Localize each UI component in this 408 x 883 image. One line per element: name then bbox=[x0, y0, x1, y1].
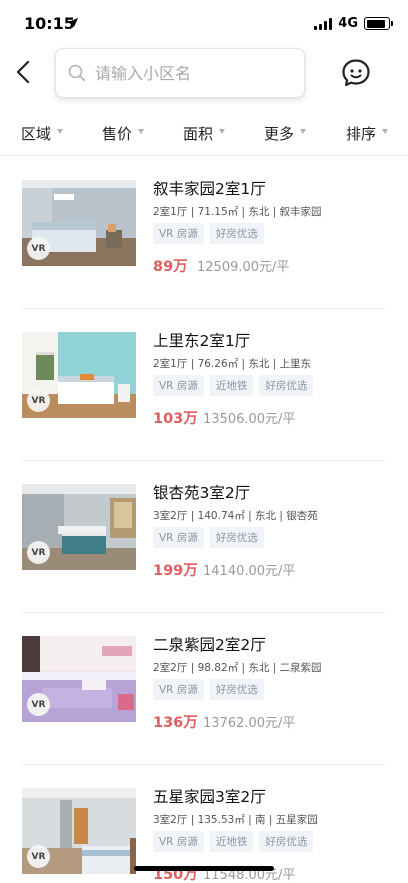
tag: VR 房源 bbox=[153, 527, 204, 548]
tag: VR 房源 bbox=[153, 223, 204, 244]
tag: 近地铁 bbox=[209, 375, 254, 396]
battery-icon bbox=[364, 17, 393, 30]
listing-meta: 2室2厅 | 98.82㎡ | 东北 | 二泉紫园 bbox=[153, 662, 322, 674]
listing-title: 五星家园3室2厅 bbox=[153, 788, 266, 806]
listing-tags: VR 房源 近地铁 好房优选 bbox=[153, 375, 314, 396]
listing-tags: VR 房源 好房优选 bbox=[153, 679, 264, 700]
vr-badge: VR bbox=[27, 693, 50, 716]
listing-unit-price: 14140.00元/平 bbox=[203, 564, 296, 579]
chat-bubble-icon[interactable] bbox=[341, 58, 371, 88]
search-icon bbox=[68, 64, 86, 82]
filter-label: 售价 bbox=[102, 125, 133, 143]
listing-unit-price: 13762.00元/平 bbox=[203, 716, 296, 731]
tag: 好房优选 bbox=[209, 223, 264, 244]
listing-price: 199万 bbox=[153, 563, 198, 579]
search-box[interactable] bbox=[55, 48, 305, 98]
filter-more[interactable]: 更多 bbox=[264, 123, 307, 144]
listing-photo: VR bbox=[22, 788, 136, 874]
signal-icon bbox=[314, 17, 333, 30]
filter-label: 区域 bbox=[21, 125, 52, 143]
network-type: 4G bbox=[338, 16, 358, 31]
filter-label: 面积 bbox=[183, 125, 214, 143]
listing-meta: 3室2厅 | 140.74㎡ | 东北 | 银杏苑 bbox=[153, 510, 318, 522]
listing-title: 银杏苑3室2厅 bbox=[153, 484, 251, 502]
caret-down-icon bbox=[57, 129, 64, 134]
listing-tags: VR 房源 好房优选 bbox=[153, 223, 264, 244]
listing-card[interactable]: VR 二泉紫园2室2厅 2室2厅 | 98.82㎡ | 东北 | 二泉紫园 VR… bbox=[22, 613, 385, 765]
listing-title: 叙丰家园2室1厅 bbox=[153, 180, 266, 198]
listing-unit-price: 13506.00元/平 bbox=[203, 412, 296, 427]
filter-sort[interactable]: 排序 bbox=[346, 123, 389, 144]
location-arrow-icon bbox=[68, 17, 79, 28]
tag: VR 房源 bbox=[153, 679, 204, 700]
listing-title: 上里东2室1厅 bbox=[153, 332, 251, 350]
home-indicator[interactable] bbox=[134, 866, 274, 871]
listing-price: 89万 bbox=[153, 259, 188, 275]
back-button[interactable] bbox=[12, 58, 36, 86]
listing-photo: VR bbox=[22, 636, 136, 722]
tag: 好房优选 bbox=[209, 679, 264, 700]
filter-label: 排序 bbox=[346, 125, 377, 143]
status-bar: 10:15 4G bbox=[0, 0, 408, 44]
filter-area[interactable]: 面积 bbox=[183, 123, 226, 144]
caret-down-icon bbox=[138, 129, 145, 134]
vr-badge: VR bbox=[27, 389, 50, 412]
listing-card[interactable]: VR 银杏苑3室2厅 3室2厅 | 140.74㎡ | 东北 | 银杏苑 VR … bbox=[22, 461, 385, 613]
status-indicators: 4G bbox=[314, 16, 393, 31]
tag: 好房优选 bbox=[259, 375, 314, 396]
tag: VR 房源 bbox=[153, 375, 204, 396]
filter-bar: 区域 售价 面积 更多 排序 bbox=[0, 112, 408, 156]
vr-badge: VR bbox=[27, 237, 50, 260]
filter-price[interactable]: 售价 bbox=[102, 123, 145, 144]
caret-down-icon bbox=[219, 129, 226, 134]
filter-label: 更多 bbox=[264, 125, 295, 143]
listing-price: 136万 bbox=[153, 715, 198, 731]
listing-photo: VR bbox=[22, 484, 136, 570]
listing-card[interactable]: VR 叙丰家园2室1厅 2室1厅 | 71.15㎡ | 东北 | 叙丰家园 VR… bbox=[22, 157, 385, 309]
listing-meta: 2室1厅 | 71.15㎡ | 东北 | 叙丰家园 bbox=[153, 206, 322, 218]
listing-photo: VR bbox=[22, 180, 136, 266]
listing-unit-price: 12509.00元/平 bbox=[197, 260, 290, 275]
listing-meta: 3室2厅 | 135.53㎡ | 南 | 五星家园 bbox=[153, 814, 318, 826]
search-input[interactable] bbox=[95, 63, 285, 83]
listing-title: 二泉紫园2室2厅 bbox=[153, 636, 266, 654]
listing-tags: VR 房源 好房优选 bbox=[153, 527, 264, 548]
tag: 好房优选 bbox=[259, 831, 314, 852]
tag: VR 房源 bbox=[153, 831, 204, 852]
caret-down-icon bbox=[382, 129, 389, 134]
listing-card[interactable]: VR 上里东2室1厅 2室1厅 | 76.26㎡ | 东北 | 上里东 VR 房… bbox=[22, 309, 385, 461]
listing-price: 103万 bbox=[153, 411, 198, 427]
caret-down-icon bbox=[300, 129, 307, 134]
tag: 近地铁 bbox=[209, 831, 254, 852]
tag: 好房优选 bbox=[209, 527, 264, 548]
filter-region[interactable]: 区域 bbox=[21, 123, 64, 144]
listing-tags: VR 房源 近地铁 好房优选 bbox=[153, 831, 314, 852]
listing-meta: 2室1厅 | 76.26㎡ | 东北 | 上里东 bbox=[153, 358, 312, 370]
vr-badge: VR bbox=[27, 541, 50, 564]
vr-badge: VR bbox=[27, 845, 50, 868]
listing-photo: VR bbox=[22, 332, 136, 418]
